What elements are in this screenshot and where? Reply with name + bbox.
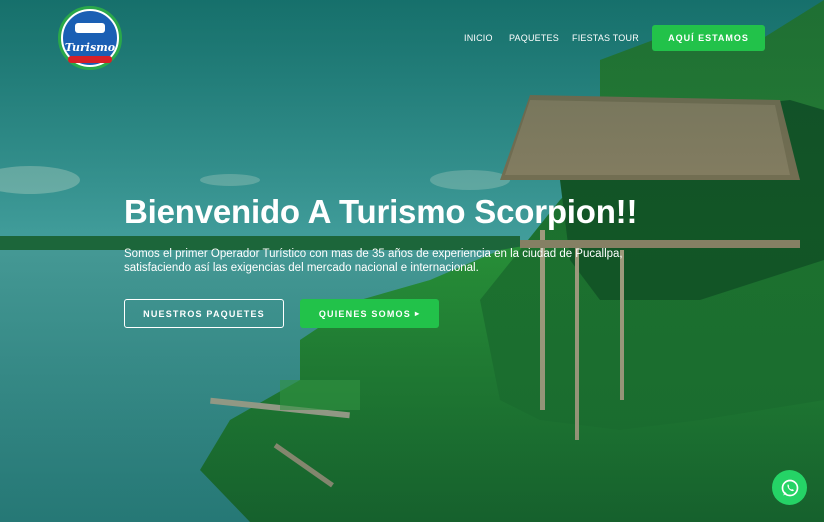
nav-item-inicio[interactable]: INICIO bbox=[464, 33, 493, 43]
van-icon bbox=[75, 22, 105, 33]
nav-item-paquetes[interactable]: PAQUETES bbox=[509, 33, 559, 43]
whatsapp-icon bbox=[781, 479, 798, 496]
turismo-scorpion-logo[interactable]: Turismo bbox=[58, 6, 122, 70]
nuestros-paquetes-label: NUESTROS PAQUETES bbox=[143, 308, 265, 319]
hero-title: Bienvenido A Turismo Scorpion!! bbox=[124, 193, 638, 230]
whatsapp-button[interactable] bbox=[772, 470, 807, 505]
nav-item-fiestas-tour[interactable]: FIESTAS TOUR bbox=[572, 33, 639, 43]
hero-section: Turismo INICIO PAQUETES FIESTAS TOUR AQU… bbox=[0, 0, 824, 522]
logo-text: Turismo bbox=[64, 40, 116, 54]
aqui-estamos-button[interactable]: AQUÍ ESTAMOS bbox=[652, 25, 765, 51]
nuestros-paquetes-button[interactable]: NUESTROS PAQUETES bbox=[124, 299, 284, 328]
quienes-somos-label: QUIENES SOMOS bbox=[318, 308, 411, 319]
caret-right-icon: ▸ bbox=[414, 309, 421, 318]
quienes-somos-button[interactable]: QUIENES SOMOS ▸ bbox=[300, 299, 439, 328]
hero-description: Somos el primer Operador Turístico con m… bbox=[124, 248, 623, 274]
logo-band bbox=[68, 56, 112, 63]
